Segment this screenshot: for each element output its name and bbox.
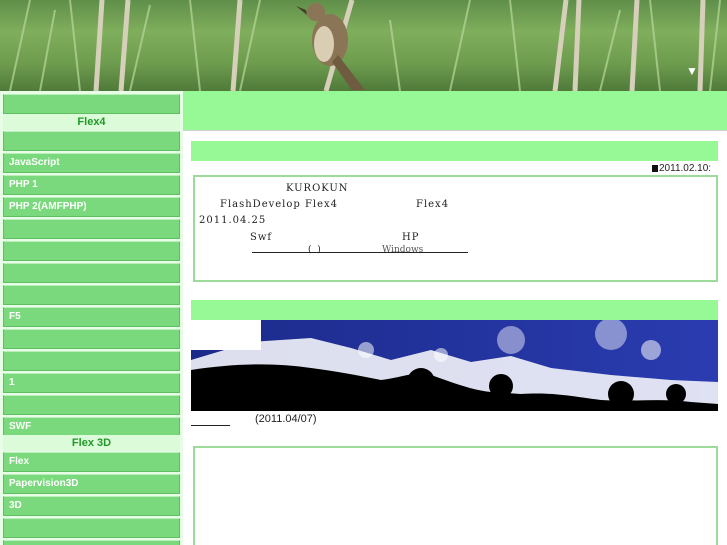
post-text-date: 2011.04.25 — [199, 215, 267, 226]
post-link[interactable] — [252, 252, 468, 253]
page: ▼ Flex4 JavaScript PHP 1 PHP 2(AMFPHP) F… — [0, 0, 727, 545]
post-title-bar — [191, 141, 718, 161]
post-text-swf: Swf — [250, 232, 273, 243]
post2-link[interactable] — [191, 425, 230, 426]
post2-content-box — [193, 446, 718, 545]
sidebar-item-5[interactable] — [3, 219, 180, 239]
sidebar-item-7[interactable] — [3, 263, 180, 283]
sidebar-item-1[interactable] — [3, 131, 180, 151]
header-banner-image: ▼ — [0, 0, 727, 91]
sidebar: Flex4 JavaScript PHP 1 PHP 2(AMFPHP) F5 … — [0, 91, 183, 545]
sidebar-item-flex[interactable]: Flex — [3, 452, 180, 472]
sidebar-item-18[interactable] — [3, 518, 180, 538]
sidebar-item-php2[interactable]: PHP 2(AMFPHP) — [3, 197, 180, 217]
sidebar-item-6[interactable] — [3, 241, 180, 261]
post2-caption: (2011.04/07) — [255, 413, 317, 425]
square-bullet-icon — [652, 165, 658, 172]
post-text-flex4: Flex4 — [416, 199, 450, 210]
post-date: 2011.02.10: — [652, 163, 711, 174]
sidebar-item-0[interactable] — [3, 94, 180, 114]
sidebar-item-10[interactable] — [3, 329, 180, 349]
sidebar-item-11[interactable] — [3, 351, 180, 371]
sidebar-item-swf[interactable]: SWF — [3, 417, 180, 437]
chevron-down-icon[interactable]: ▼ — [686, 64, 698, 78]
post-text-flashdevelop: FlashDevelop Flex4 — [220, 199, 339, 210]
post-link-paren[interactable]: ( ) — [308, 245, 321, 255]
post-text-kurokun: KUROKUN — [286, 183, 349, 194]
sidebar-heading-flex3d: Flex 3D — [3, 435, 180, 451]
sidebar-item-f5[interactable]: F5 — [3, 307, 180, 327]
sidebar-item-12[interactable]: 1 — [3, 373, 180, 393]
sidebar-heading-flex4: Flex4 — [3, 114, 180, 130]
sidebar-item-19[interactable] — [3, 540, 180, 545]
post-text-hp: HP — [402, 232, 420, 243]
sidebar-item-php1[interactable]: PHP 1 — [3, 175, 180, 195]
sidebar-item-3d[interactable]: 3D — [3, 496, 180, 516]
post2-title-bar — [191, 300, 718, 320]
main-top-bar — [183, 91, 727, 131]
grass-photo — [9, 0, 721, 91]
sidebar-item-8[interactable] — [3, 285, 180, 305]
post-content-box: KUROKUN FlashDevelop Flex4 Flex4 2011.04… — [193, 175, 718, 282]
sidebar-item-papervision3d[interactable]: Papervision3D — [3, 474, 180, 494]
sidebar-item-javascript[interactable]: JavaScript — [3, 153, 180, 173]
post-date-text: 2011.02.10: — [659, 163, 712, 174]
sidebar-item-13[interactable] — [3, 395, 180, 415]
post-link-windows[interactable]: Windows — [382, 245, 423, 255]
mandelbrot-fractal-image — [191, 320, 718, 411]
